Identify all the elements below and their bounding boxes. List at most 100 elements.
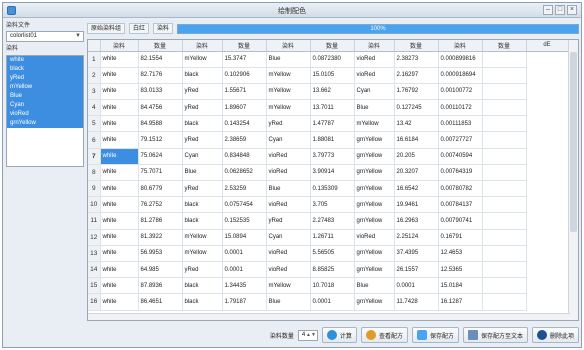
table-cell[interactable]: black [182,115,223,133]
table-cell[interactable]: vioRed [266,245,311,262]
table-cell[interactable]: 19.9461 [394,196,439,214]
close-button[interactable]: × [567,5,577,15]
table-cell[interactable]: vioRed [354,229,395,246]
table-cell[interactable]: 37.4395 [394,245,439,262]
table-cell[interactable]: yRed [182,83,223,101]
table-cell[interactable]: 0.00790741 [438,212,483,230]
table-cell[interactable]: white [100,196,139,214]
table-cell[interactable]: Blue [354,277,395,295]
table-cell[interactable]: 0.127245 [394,99,439,117]
table-cell[interactable]: Cyan [354,83,395,101]
table-cell[interactable]: yRed [266,115,311,133]
table-cell[interactable]: 0.102906 [222,67,267,84]
dye-list-item[interactable]: yRed [7,74,83,83]
table-cell[interactable]: black [182,67,223,84]
calculate-button[interactable]: 计算 [321,327,357,343]
column-header[interactable]: 数量 [222,40,267,52]
column-header[interactable]: 染料 [266,40,311,52]
table-cell[interactable]: yRed [266,212,311,230]
table-cell[interactable]: Blue [354,99,395,117]
table-cell[interactable]: 3.705 [310,196,355,214]
table-cell[interactable]: 20.205 [394,148,439,165]
results-table[interactable]: 染料 数量 染料 数量 染料 数量 染料 数量 染料 数量 dE 1 white 82.1554 mYel… [87,39,579,321]
table-cell[interactable]: Cyan [182,148,223,165]
table-cell[interactable]: 0.0872380 [310,51,355,68]
row-number[interactable]: 10 [88,196,101,214]
table-cell[interactable]: Blue [266,293,311,311]
table-cell[interactable]: 2.38659 [222,131,267,149]
table-cell[interactable]: 81.3922 [138,229,183,246]
table-cell[interactable]: 20.3207 [394,164,439,182]
table-cell[interactable]: 87.8936 [138,277,183,295]
table-cell[interactable]: black [182,196,223,214]
row-number[interactable]: 2 [88,67,101,84]
table-cell[interactable]: 15.0184 [438,277,483,295]
table-cell[interactable]: 15.3747 [222,51,267,68]
table-cell[interactable]: 0.0757454 [222,196,267,214]
table-cell[interactable]: 2.16297 [394,67,439,84]
row-number[interactable]: 6 [88,131,101,149]
table-cell[interactable]: 0.143254 [222,115,267,133]
table-cell[interactable]: yRed [182,131,223,149]
table-cell[interactable]: 26.1557 [394,261,439,279]
table-cell[interactable]: 2.27483 [310,212,355,230]
table-cell[interactable]: 1.88081 [310,131,355,149]
scroll-thumb[interactable] [570,52,577,232]
table-cell[interactable]: 10.7018 [310,277,355,295]
vertical-scrollbar[interactable] [568,40,578,320]
table-row[interactable]: 11 white 81.2786 black 0.152535 yRed 2.27483 gr… [88,212,568,230]
row-number[interactable]: 15 [88,277,101,295]
table-cell[interactable]: 0.000918694 [438,67,483,84]
table-row[interactable]: 7 white 75.0624 Cyan 0.834848 vioRed 3.79773 gr… [88,148,568,165]
table-cell[interactable]: 1.89607 [222,99,267,117]
table-cell[interactable]: 79.1512 [138,131,183,149]
table-cell[interactable]: 0.000899816 [438,51,483,68]
table-cell[interactable]: 0.152535 [222,212,267,230]
table-cell[interactable]: 16.6184 [394,131,439,149]
white-red-selector[interactable]: 白红 [129,23,150,34]
view-formula-button[interactable]: 查看配方 [360,327,408,343]
table-cell[interactable]: 0.135309 [310,180,355,198]
table-cell[interactable]: 15.0894 [222,229,267,246]
dye-list-item[interactable]: mYellow [7,83,83,92]
table-cell[interactable]: yRed [182,261,223,279]
table-cell[interactable]: white [100,180,139,198]
column-header[interactable]: 染料 [438,40,483,52]
row-number[interactable]: 3 [88,83,101,101]
table-cell[interactable]: white [100,229,139,246]
table-cell[interactable]: 84.4756 [138,99,183,117]
save-formula-text-button[interactable]: 保存配方至文本 [462,327,528,343]
table-cell[interactable]: white [100,67,139,84]
table-cell[interactable]: grnYellow [354,212,395,230]
table-cell[interactable]: 0.00100772 [438,83,483,101]
dye-list-item[interactable]: black [7,65,83,74]
column-header[interactable]: dE [526,40,569,52]
table-cell[interactable]: black [182,277,223,295]
table-row[interactable]: 1 white 82.1554 mYellow 15.3747 Blue 0.0872380… [88,51,568,68]
table-cell[interactable]: 0.00764319 [438,164,483,182]
original-dye-group-button[interactable]: 原始染料组 [87,23,126,34]
row-number[interactable]: 11 [88,212,101,230]
table-cell[interactable]: 12.4653 [438,245,483,262]
table-cell[interactable]: 56.9953 [138,245,183,262]
table-cell[interactable]: 0.00740594 [438,148,483,165]
table-cell[interactable]: 0.00784137 [438,196,483,214]
table-cell[interactable]: white [100,131,139,149]
table-cell[interactable]: 2.38273 [394,51,439,68]
table-row[interactable]: 13 white 56.9953 mYellow 0.0001 vioRed 5.56505… [88,245,568,262]
row-number[interactable]: 5 [88,115,101,133]
table-cell[interactable]: 1.26711 [310,229,355,246]
table-row[interactable]: 8 white 75.7071 Blue 0.0628652 vioRed 3.90914 g… [88,164,568,182]
table-cell[interactable]: mYellow [182,229,223,246]
table-cell[interactable]: white [100,212,139,230]
table-cell[interactable]: 13.42 [394,115,439,133]
table-cell[interactable]: white [100,261,139,279]
table-cell[interactable]: 2.53259 [222,180,267,198]
table-cell[interactable]: 82.1554 [138,51,183,68]
table-cell[interactable]: mYellow [182,51,223,68]
table-cell[interactable]: 0.834848 [222,148,267,165]
row-number[interactable]: 9 [88,180,101,198]
table-cell[interactable]: vioRed [266,164,311,182]
dye-list-item[interactable]: Cyan [7,101,83,110]
table-row[interactable]: 4 white 84.4756 yRed 1.89607 mYellow 13.7011 Bl… [88,99,568,117]
